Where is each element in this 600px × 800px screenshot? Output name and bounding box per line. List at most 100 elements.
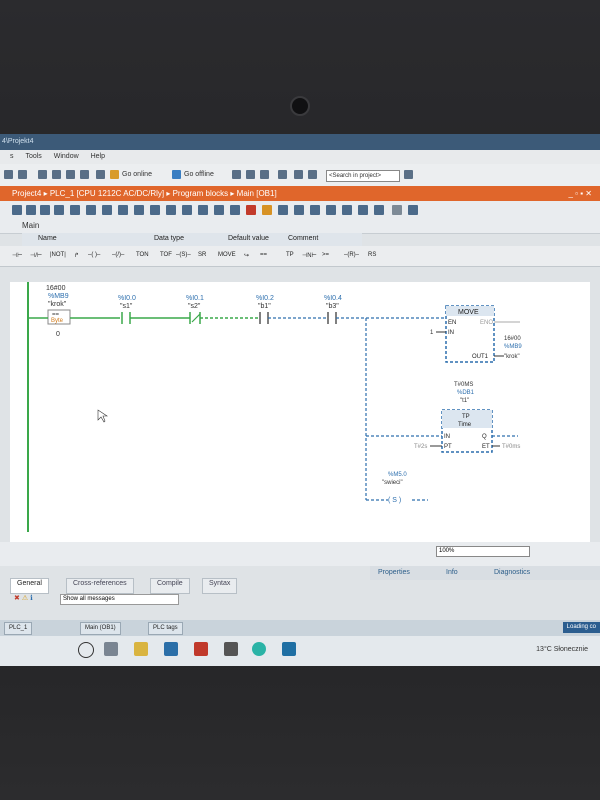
message-filter-select[interactable]: Show all messages [60,594,179,605]
go-online-button[interactable]: Go online [122,171,152,178]
edge-icon[interactable] [252,642,266,656]
app-icon[interactable] [224,642,238,656]
search-icon[interactable] [404,170,413,179]
open-branch-icon[interactable]: ↱ [74,252,79,259]
insert-row-icon[interactable] [40,205,50,215]
go-online-icon[interactable] [110,170,119,179]
breadcrumb-item[interactable]: Main [OB1] [237,189,277,198]
stop-cpu-icon[interactable] [260,170,269,179]
column-comment[interactable]: Comment [288,235,318,242]
simulation-icon[interactable] [96,170,105,179]
go-to-error-icon[interactable] [230,205,240,215]
taskbar-item-plc-tags[interactable]: PLC tags [148,622,183,635]
insert-network-icon[interactable] [12,205,22,215]
tab-syntax[interactable]: Syntax [202,578,238,594]
download-block-icon[interactable] [374,205,384,215]
window-controls[interactable]: _ ▫ ▪ ✕ [569,186,593,201]
menu-item-tools[interactable]: Tools [25,150,41,164]
tia-portal-icon[interactable] [282,642,296,656]
insert-comment-icon[interactable] [214,205,224,215]
expand-icon[interactable] [392,205,402,215]
absolute-operands-icon[interactable] [102,205,112,215]
taskbar-item-plc[interactable]: PLC_1 [4,622,33,635]
ton-button[interactable]: TON [136,252,149,258]
contact-b3[interactable] [327,312,337,324]
accessible-devices-icon[interactable] [232,170,241,179]
tab-compile[interactable]: Compile [150,578,190,594]
menu-item-help[interactable]: Help [91,150,105,164]
add-row-icon[interactable] [54,205,64,215]
greater-icon[interactable]: >= [322,252,329,258]
go-offline-icon[interactable] [172,170,181,179]
tab-info[interactable]: Info [446,569,458,576]
rs-icon[interactable]: RS [368,252,376,258]
start-cpu-icon[interactable] [246,170,255,179]
menu-item-window[interactable]: Window [54,150,79,164]
settings-icon[interactable] [408,205,418,215]
task-view-icon[interactable] [104,642,118,656]
nc-contact-icon[interactable]: ⊣/⊢ [30,252,42,259]
contact-s1[interactable] [121,312,131,324]
set-coil-icon[interactable]: –(S)– [176,252,191,258]
force-icon[interactable] [294,205,304,215]
copy-snapshot-icon[interactable] [342,205,352,215]
info-icon[interactable]: ℹ [30,595,33,602]
tof-button[interactable]: TOF [160,252,172,258]
favorites-icon[interactable] [134,205,144,215]
breakpoint-icon[interactable] [150,205,160,215]
compare-icon[interactable]: == [260,252,267,258]
tab-cross-references[interactable]: Cross-references [66,578,134,594]
delete-network-icon[interactable] [26,205,36,215]
tab-properties[interactable]: Properties [378,569,410,576]
close-branch-icon[interactable]: ↪ [244,252,249,259]
cross-reference-icon[interactable] [278,170,287,179]
status-icon[interactable] [278,205,288,215]
redo-icon[interactable] [18,170,27,179]
snapshot-icon[interactable] [326,205,336,215]
breadcrumb-item[interactable]: Program blocks [173,189,229,198]
column-name[interactable]: Name [38,235,57,242]
contact-s2-nc[interactable] [189,312,201,324]
weather-widget[interactable]: 13°C Słonecznie [536,646,588,653]
search-in-project-input[interactable]: <Search in project> [326,170,400,182]
contact-b1[interactable] [259,312,269,324]
call-hierarchy-icon[interactable] [166,205,176,215]
load-start-values-icon[interactable] [358,205,368,215]
column-default-value[interactable]: Default value [228,235,269,242]
warning-icon[interactable]: ⚠ [22,595,28,602]
compile-icon[interactable] [52,170,61,179]
close-all-networks-icon[interactable] [86,205,96,215]
compare-icon[interactable] [198,205,208,215]
sr-icon[interactable]: SR [198,252,206,258]
split-horizontal-icon[interactable] [294,170,303,179]
move-button[interactable]: MOVE [218,252,236,258]
menu-item[interactable]: s [10,150,14,164]
undo-icon[interactable] [4,170,13,179]
upload-icon[interactable] [80,170,89,179]
coil-s-icon[interactable]: –(R)– [344,252,359,258]
taskbar-item-main[interactable]: Main (OB1) [80,622,121,635]
column-data-type[interactable]: Data type [154,235,184,242]
no-contact-icon[interactable]: ⊣⊢ [12,252,22,259]
zoom-select[interactable]: 100% [436,546,530,557]
search-icon[interactable] [78,642,94,658]
delete-icon[interactable] [38,170,47,179]
modify-icon[interactable] [262,205,272,215]
mcafee-icon[interactable] [194,642,208,656]
go-offline-button[interactable]: Go offline [184,171,214,178]
split-vertical-icon[interactable] [308,170,317,179]
monitoring-icon[interactable] [246,205,256,215]
open-all-networks-icon[interactable] [70,205,80,215]
set-coil[interactable]: ( S ) [388,497,401,504]
download-icon[interactable] [66,170,75,179]
step-icon[interactable] [310,205,320,215]
breadcrumb-item[interactable]: Project4 [12,189,41,198]
tab-general[interactable]: General [10,578,49,594]
network-comments-icon[interactable] [118,205,128,215]
file-explorer-icon[interactable] [134,642,148,656]
tag-table-icon[interactable] [182,205,192,215]
negated-coil-icon[interactable]: –(/)– [112,252,124,258]
ladder-canvas[interactable]: 16#00 %MB9 "krok" == Byte 0 %I0.0 "s1" %… [10,282,590,542]
coil-icon[interactable]: –( )– [88,252,100,258]
tab-diagnostics[interactable]: Diagnostics [494,569,530,576]
